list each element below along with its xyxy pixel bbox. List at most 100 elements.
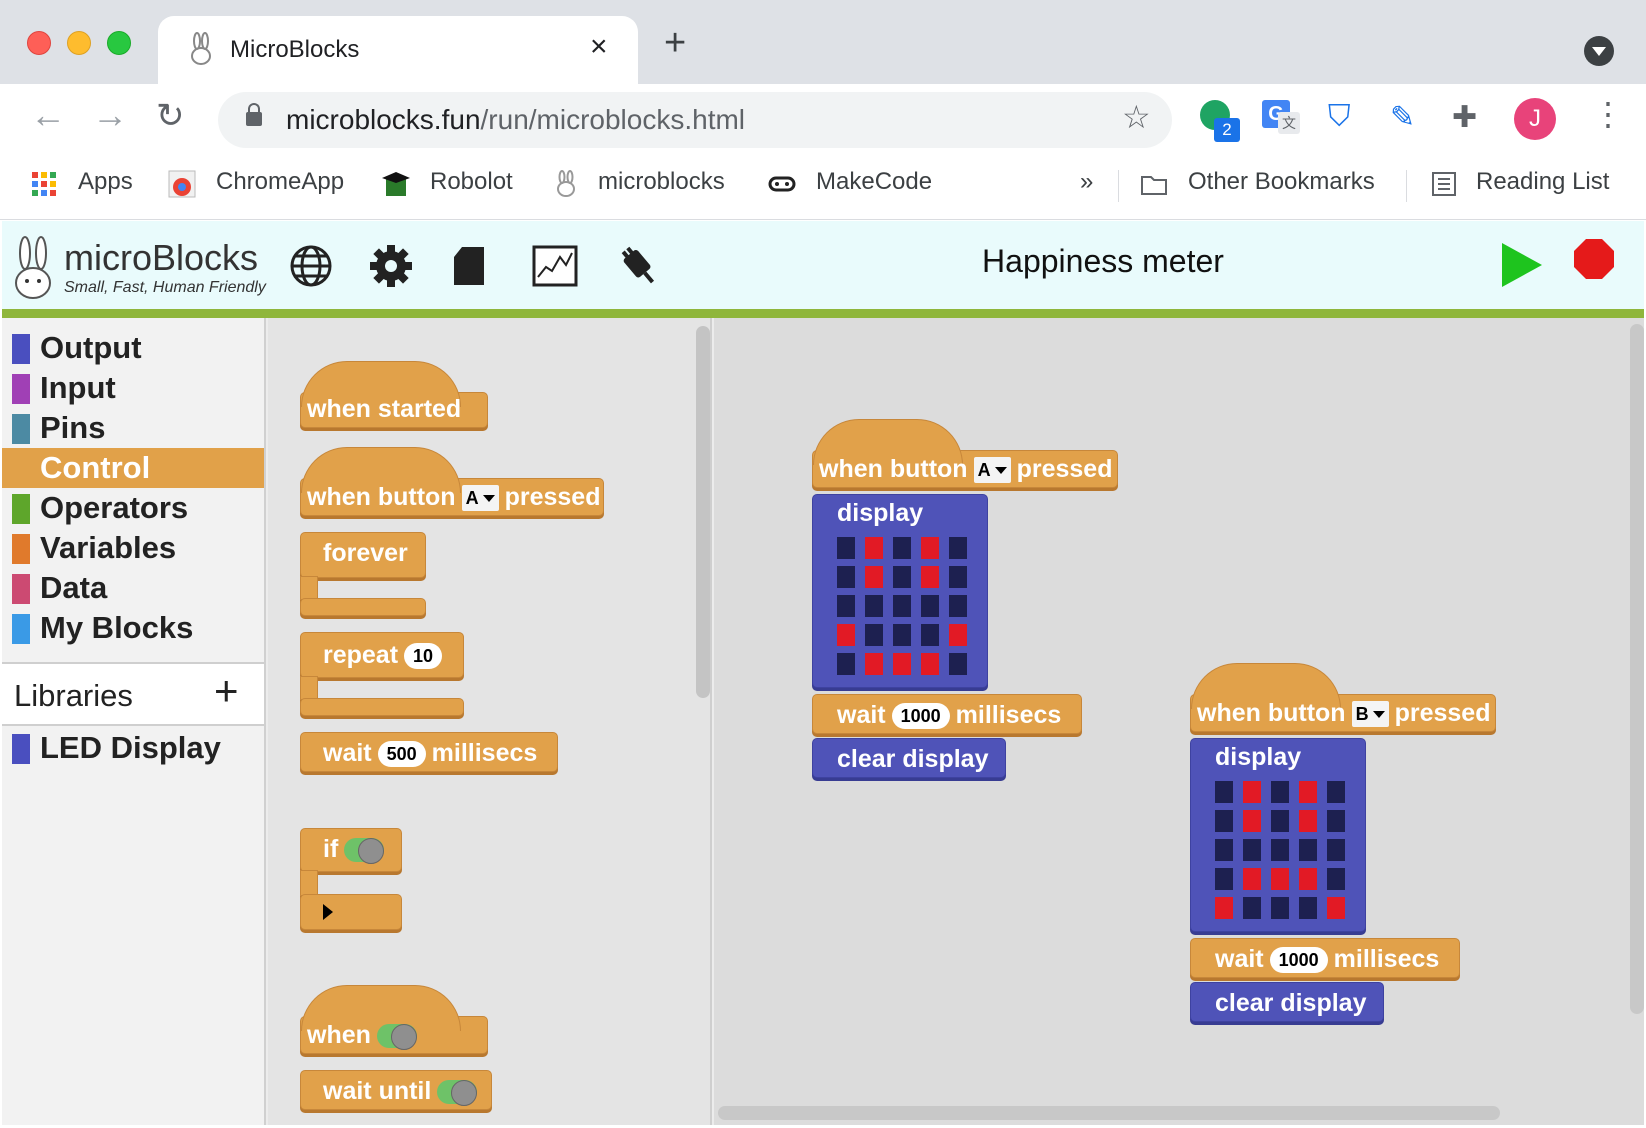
script-b-clear-display[interactable]: clear display [1190,982,1384,1022]
led-cell[interactable] [949,566,967,588]
led-cell[interactable] [865,566,883,588]
if-expand-arrow[interactable] [300,894,402,930]
led-cell[interactable] [837,566,855,588]
block-forever[interactable]: forever [300,532,426,578]
scripts-vertical-scrollbar[interactable] [1630,324,1644,1014]
script-a-hat[interactable]: when button A pressed [812,419,1118,488]
led-cell[interactable] [837,537,855,559]
led-cell[interactable] [1327,781,1345,803]
block-when-button-pressed[interactable]: when button A pressed [300,447,604,516]
block-wait-until[interactable]: wait until [300,1070,492,1110]
led-cell[interactable] [921,537,939,559]
script-b-hat[interactable]: when button B pressed [1190,663,1496,732]
address-bar[interactable]: microblocks.fun/run/microblocks.html ☆ [218,92,1172,148]
script-a-clear-display[interactable]: clear display [812,738,1006,778]
minimize-window-button[interactable] [67,31,91,55]
repeat-count-input[interactable]: 10 [404,642,443,669]
bookmark-robolot[interactable]: Robolot [430,168,513,196]
led-cell[interactable] [949,624,967,646]
led-matrix[interactable] [1215,781,1345,919]
led-cell[interactable] [1243,839,1261,861]
led-cell[interactable] [921,653,939,675]
led-matrix[interactable] [837,537,967,675]
library-led-display[interactable]: LED Display [2,728,264,768]
led-cell[interactable] [1215,868,1233,890]
category-variables[interactable]: Variables [2,528,264,568]
start-green-flag-button[interactable] [1502,243,1542,287]
led-cell[interactable] [837,624,855,646]
forward-arrow-icon[interactable]: → [92,94,128,136]
translate-icon[interactable]: G文 [1262,100,1300,138]
button-dropdown[interactable]: B [1351,700,1389,727]
led-cell[interactable] [1243,810,1261,832]
led-cell[interactable] [1327,897,1345,919]
bookmark-microblocks[interactable]: microblocks [598,168,725,196]
reading-list[interactable]: Reading List [1476,168,1609,196]
led-cell[interactable] [837,595,855,617]
led-cell[interactable] [865,537,883,559]
led-cell[interactable] [1271,839,1289,861]
led-cell[interactable] [893,566,911,588]
bookmark-star-icon[interactable]: ☆ [1122,98,1151,136]
block-if[interactable]: if [300,828,402,872]
lock-icon[interactable] [246,103,262,126]
category-my-blocks[interactable]: My Blocks [2,608,264,648]
category-input[interactable]: Input [2,368,264,408]
led-cell[interactable] [1243,897,1261,919]
extension-green-icon[interactable]: 2 [1200,100,1240,142]
back-arrow-icon[interactable]: ← [30,94,66,136]
led-cell[interactable] [1271,781,1289,803]
add-library-button[interactable]: + [214,670,239,712]
bookmark-makecode[interactable]: MakeCode [816,168,932,196]
wait-ms-input[interactable]: 500 [377,740,426,767]
bookmark-chromeapp[interactable]: ChromeApp [216,168,344,196]
led-cell[interactable] [1299,781,1317,803]
button-dropdown[interactable]: A [973,456,1011,483]
led-cell[interactable] [1299,868,1317,890]
block-when[interactable]: when [300,985,488,1054]
led-cell[interactable] [1215,839,1233,861]
category-data[interactable]: Data [2,568,264,608]
script-b-display-block[interactable]: display [1190,738,1366,932]
close-tab-icon[interactable]: × [590,30,608,64]
led-cell[interactable] [893,595,911,617]
led-cell[interactable] [949,595,967,617]
led-cell[interactable] [921,566,939,588]
feather-extension-icon[interactable]: ✎ [1390,100,1428,138]
bookmarks-overflow-chevron[interactable]: » [1080,168,1093,196]
wait-ms-input[interactable]: 1000 [1269,946,1328,973]
led-cell[interactable] [1271,897,1289,919]
bookmark-apps[interactable]: Apps [78,168,133,196]
palette-scrollbar[interactable] [696,326,710,698]
condition-toggle[interactable] [376,1023,417,1050]
led-cell[interactable] [949,537,967,559]
led-cell[interactable] [921,595,939,617]
led-cell[interactable] [865,653,883,675]
condition-toggle[interactable] [437,1079,478,1106]
led-cell[interactable] [1215,810,1233,832]
led-cell[interactable] [1327,810,1345,832]
script-a-wait-block[interactable]: wait 1000 millisecs [812,694,1082,734]
script-b-wait-block[interactable]: wait 1000 millisecs [1190,938,1460,978]
category-output[interactable]: Output [2,328,264,368]
block-repeat[interactable]: repeat 10 [300,632,464,678]
zoom-window-button[interactable] [107,31,131,55]
led-cell[interactable] [1299,810,1317,832]
category-pins[interactable]: Pins [2,408,264,448]
scripts-horizontal-scrollbar[interactable] [718,1106,1500,1120]
led-cell[interactable] [837,653,855,675]
condition-toggle[interactable] [344,837,385,864]
menu-kebab-icon[interactable]: ⋮ [1592,98,1624,130]
led-cell[interactable] [1271,810,1289,832]
wait-ms-input[interactable]: 1000 [891,702,950,729]
close-window-button[interactable] [27,31,51,55]
led-cell[interactable] [1327,868,1345,890]
category-control[interactable]: Control [2,448,264,488]
button-dropdown[interactable]: A [461,484,499,511]
led-cell[interactable] [1271,868,1289,890]
reload-icon[interactable]: ↻ [156,96,185,136]
browser-tab[interactable]: MicroBlocks × [158,16,638,84]
tab-search-button[interactable] [1584,36,1614,66]
category-operators[interactable]: Operators [2,488,264,528]
led-cell[interactable] [893,624,911,646]
